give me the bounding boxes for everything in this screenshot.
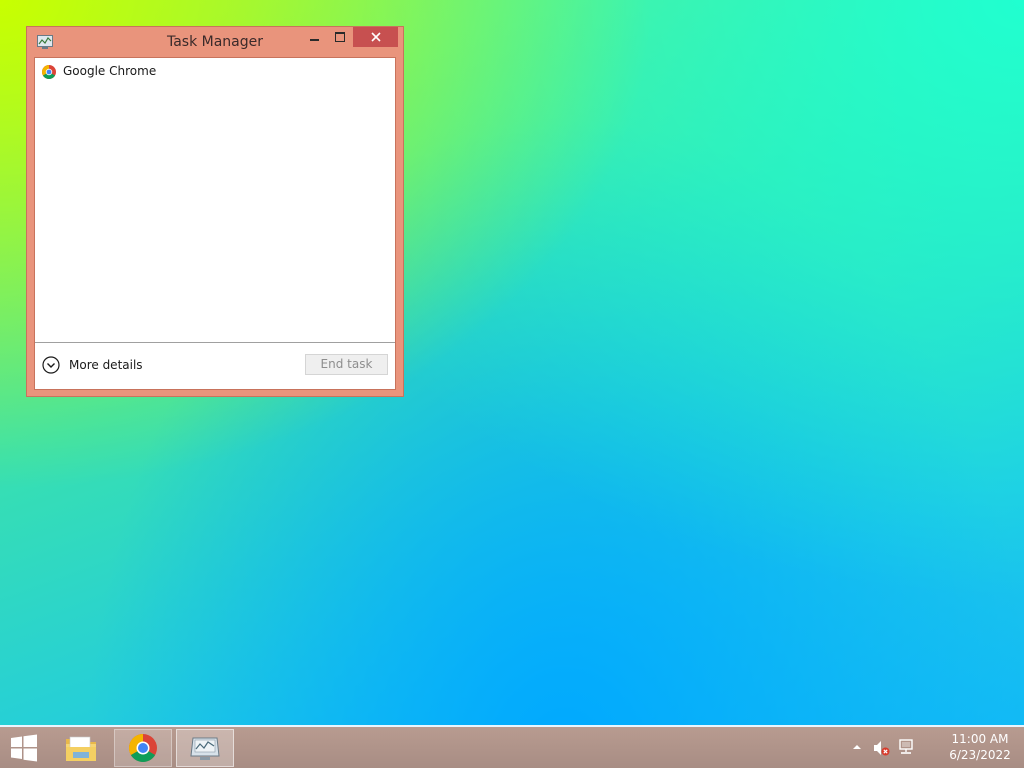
volume-muted-icon[interactable] <box>872 739 890 757</box>
process-name: Google Chrome <box>63 64 157 78</box>
taskbar-clock[interactable]: 11:00 AM 6/23/2022 <box>936 731 1024 765</box>
divider <box>35 342 395 343</box>
process-row[interactable]: Google Chrome <box>35 62 395 82</box>
windows-logo-icon <box>11 734 37 762</box>
title-bar[interactable]: Task Manager <box>27 27 403 57</box>
folder-icon <box>66 736 96 761</box>
chrome-icon <box>129 734 157 762</box>
taskbar-google-chrome[interactable] <box>114 729 172 767</box>
taskbar-file-explorer[interactable] <box>52 729 110 767</box>
clock-time: 11:00 AM <box>951 732 1009 746</box>
desktop: Task Manager Google Chrome More details … <box>0 0 1024 768</box>
more-details-button[interactable]: More details <box>42 356 162 376</box>
maximize-button[interactable] <box>328 27 352 47</box>
network-icon[interactable] <box>897 738 915 756</box>
minimize-icon <box>309 39 319 41</box>
clock-date: 6/23/2022 <box>949 748 1011 762</box>
end-task-button[interactable]: End task <box>305 354 388 375</box>
taskbar-task-manager[interactable] <box>176 729 234 767</box>
chrome-icon <box>42 65 56 79</box>
start-button[interactable] <box>0 727 48 768</box>
task-manager-window: Task Manager Google Chrome More details … <box>26 26 404 397</box>
maximize-icon <box>335 32 345 42</box>
minimize-button[interactable] <box>302 27 326 47</box>
close-icon <box>370 32 381 42</box>
show-hidden-icons-icon[interactable] <box>850 740 864 754</box>
chevron-down-circle-icon <box>42 356 60 374</box>
close-button[interactable] <box>353 27 398 47</box>
process-list: Google Chrome <box>35 58 395 342</box>
task-manager-icon <box>190 737 220 760</box>
taskbar: 11:00 AM 6/23/2022 <box>0 725 1024 768</box>
more-details-label: More details <box>69 358 143 372</box>
task-manager-client-area: Google Chrome More details End task <box>34 57 396 390</box>
